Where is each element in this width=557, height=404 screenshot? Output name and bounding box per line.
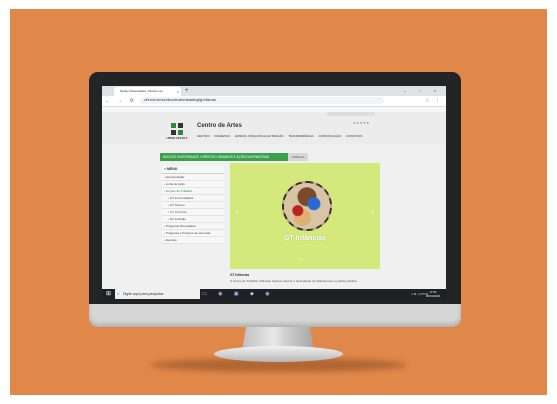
extensions-icon[interactable]: ☆ ⋮ (425, 96, 442, 106)
top-nav: CENTRO INGRESSO ENSINO, PESQUISA E EXTEN… (197, 134, 366, 138)
nav-item-centro[interactable]: CENTRO (197, 134, 210, 138)
site-title[interactable]: Centro de Artes (197, 123, 242, 129)
window-controls[interactable]: – ▫ × (404, 86, 442, 96)
menu-item[interactable]: › Programa Diversidade (162, 223, 224, 230)
search-icon: ○ (117, 291, 120, 296)
menu-item[interactable]: › Programa e Projetos de extensão (162, 230, 224, 237)
children-hands-image (284, 183, 330, 229)
menu-item[interactable]: › Eventos (162, 237, 224, 244)
site-header: UFRB CECULT Centro de Artes CENTRO INGRE… (102, 112, 446, 145)
taskbar-apps-icon[interactable]: ▭ ◉ ▣ ◆ ◉ (202, 289, 275, 299)
address-bar[interactable]: ufrb.edu.br/cecult/nucleodiversidade/gt/… (140, 97, 384, 104)
monitor-chin (89, 301, 461, 327)
carousel-dot-icon[interactable]: • (300, 257, 302, 263)
menu-item[interactable]: › Apresentação (162, 174, 224, 181)
monitor-screen: Núcleo Diversidade, Direitos Hu × + – ▫ … (102, 86, 446, 299)
carousel-photo (282, 181, 332, 231)
content-title: GT Infâncias (230, 273, 250, 277)
windows-start-icon[interactable]: ⊞ (106, 291, 111, 297)
nav-item-comunicacao[interactable]: COMUNICAÇÃO (318, 134, 341, 138)
side-menu: ≡ MENU › Apresentação › Linha de Ação › … (162, 166, 224, 244)
menu-item[interactable]: › GT Inclusão (162, 216, 224, 223)
menu-item[interactable]: › GT Comunidades (162, 195, 224, 202)
windows-taskbar: ⊞ ○ Digite aqui para pesquisar ▭ ◉ ▣ ◆ ◉… (102, 289, 446, 299)
new-tab-button[interactable]: + (185, 86, 189, 96)
social-icons[interactable]: ●●●●● (353, 120, 370, 125)
carousel-caption: GT Infâncias (283, 235, 326, 242)
nav-item-ingresso[interactable]: INGRESSO (215, 134, 231, 138)
tab-title: Núcleo Diversidade, Direitos Hu (120, 89, 163, 93)
browser-tabbar: Núcleo Diversidade, Direitos Hu × + – ▫ … (102, 86, 446, 96)
ufrb-logo-icon[interactable] (170, 122, 184, 136)
menu-heading[interactable]: ≡ MENU (162, 166, 224, 174)
photo-frame: Núcleo Diversidade, Direitos Hu × + – ▫ … (0, 0, 557, 404)
monitor-stand-base (214, 346, 343, 362)
browser-tab[interactable]: Núcleo Diversidade, Direitos Hu × (114, 87, 181, 96)
section-tag[interactable]: NDDHAA (288, 153, 308, 161)
menu-item[interactable]: › Grupos de Trabalho (162, 188, 224, 195)
nav-item-ensino[interactable]: ENSINO, PESQUISA E EXTENSÃO (235, 134, 283, 138)
nav-item-contatos[interactable]: CONTATOS (346, 134, 362, 138)
taskbar-clock[interactable]: 17:52 06/01/2020 (426, 290, 440, 298)
carousel-prev-icon[interactable]: ‹ (236, 209, 238, 216)
clock-date: 06/01/2020 (426, 294, 440, 298)
carousel-next-icon[interactable]: › (372, 209, 374, 216)
image-carousel[interactable]: GT Infâncias ‹ › • (230, 163, 380, 269)
taskbar-search-input[interactable]: ○ Digite aqui para pesquisar (115, 289, 200, 299)
nav-item-transparencia[interactable]: TRANSPARÊNCIA (288, 134, 313, 138)
web-page: UFRB CECULT Centro de Artes CENTRO INGRE… (102, 107, 446, 289)
menu-item[interactable]: › Linha de Ação (162, 181, 224, 188)
browser-toolbar: ← → ⟳ ⌂ ufrb.edu.br/cecult/nucleodiversi… (102, 96, 446, 107)
site-search-input[interactable] (327, 112, 375, 116)
search-placeholder: Digite aqui para pesquisar (123, 292, 164, 296)
content-text: O Grupo de Trabalho Infâncias objetiva d… (230, 279, 359, 283)
section-banner[interactable]: NÚCLEO DIVERSIDADE, DIREITOS HUMANOS E A… (160, 153, 288, 161)
menu-item[interactable]: › GT Gênero (162, 202, 224, 209)
logo-text: UFRB CECULT (166, 136, 188, 140)
menu-item[interactable]: › GT Infâncias (162, 209, 224, 216)
tab-close-icon[interactable]: × (177, 87, 179, 96)
